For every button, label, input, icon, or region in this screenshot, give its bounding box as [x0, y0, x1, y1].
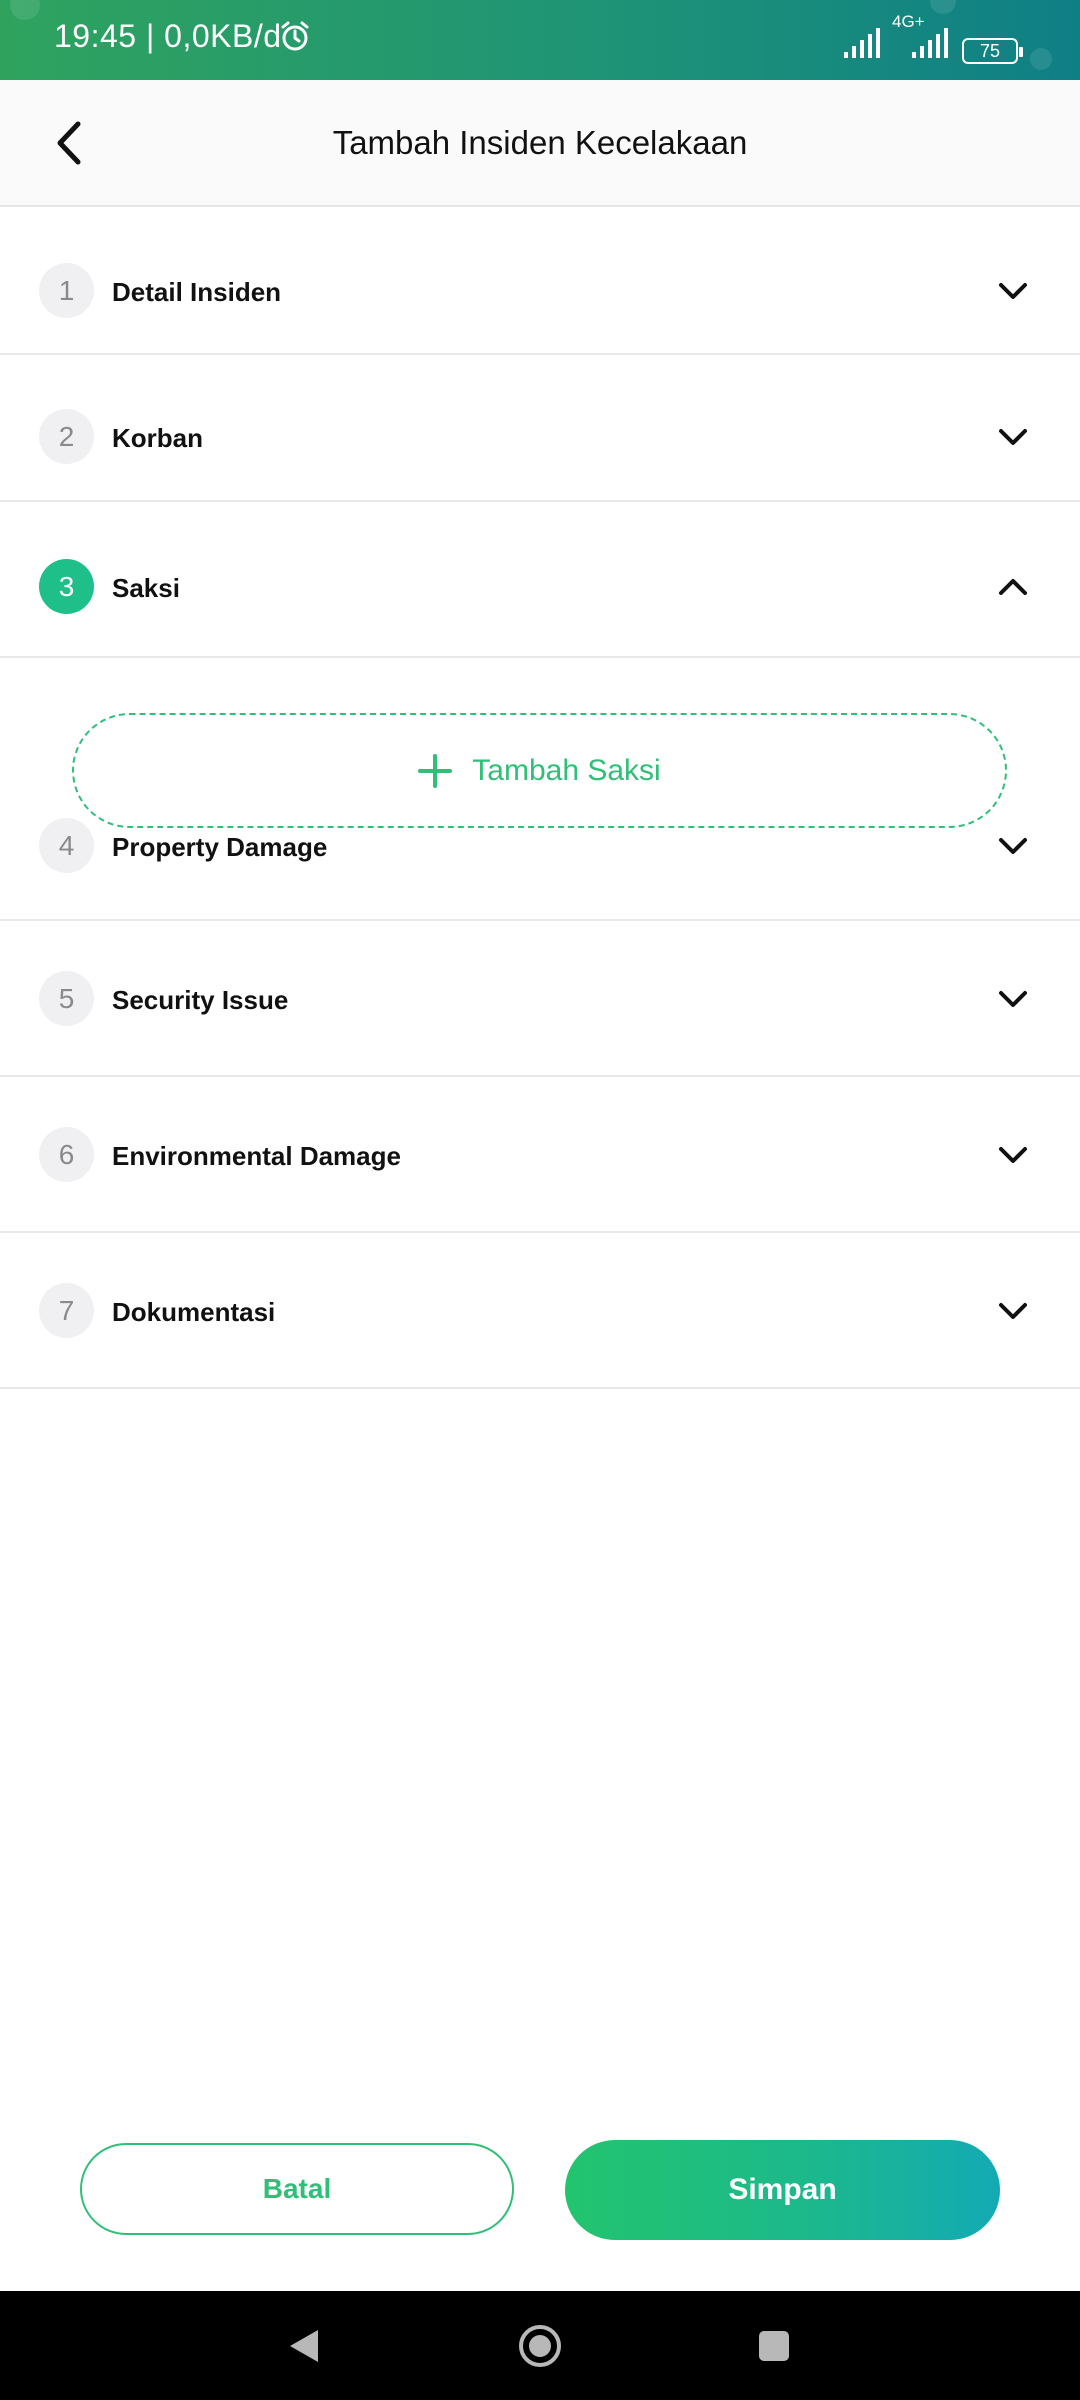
section-title: Saksi: [112, 573, 180, 603]
chevron-down-icon: [999, 1303, 1027, 1319]
step-number: 4: [39, 818, 94, 873]
battery-icon: 75: [962, 38, 1023, 64]
home-circle-icon: [519, 2325, 561, 2367]
cancel-button[interactable]: Batal: [80, 2143, 514, 2235]
status-time: 19:45 | 0,0KB/d: [54, 18, 282, 54]
chevron-up-icon: [999, 579, 1027, 595]
section-environmental-damage[interactable]: 6 Environmental Damage: [0, 1077, 1080, 1233]
add-witness-button[interactable]: Tambah Saksi: [72, 713, 1007, 828]
section-detail-insiden[interactable]: 1 Detail Insiden: [0, 209, 1080, 355]
section-title: Environmental Damage: [112, 1141, 401, 1171]
triangle-back-icon: [290, 2330, 318, 2362]
chevron-down-icon: [999, 991, 1027, 1007]
alarm-icon: [281, 21, 309, 51]
chevron-down-icon: [999, 283, 1027, 299]
status-bar: 19:45 | 0,0KB/d 4G+ 75: [0, 0, 1080, 80]
section-dokumentasi[interactable]: 7 Dokumentasi: [0, 1233, 1080, 1389]
section-title: Security Issue: [112, 985, 289, 1015]
nav-home-button[interactable]: [507, 2313, 573, 2379]
system-nav-bar: [0, 2291, 1080, 2400]
nav-back-button[interactable]: [271, 2313, 337, 2379]
section-security-issue[interactable]: 5 Security Issue: [0, 921, 1080, 1077]
chevron-down-icon: [999, 429, 1027, 445]
step-number: 5: [39, 971, 94, 1026]
step-number: 2: [39, 409, 94, 464]
step-number: 6: [39, 1127, 94, 1182]
section-title: Korban: [112, 423, 203, 453]
step-number-active: 3: [39, 559, 94, 614]
page-title: Tambah Insiden Kecelakaan: [332, 124, 748, 161]
save-button[interactable]: Simpan: [565, 2140, 1000, 2240]
signal-icon-2: [912, 28, 948, 58]
nav-recents-button[interactable]: [741, 2313, 807, 2379]
step-number: 1: [39, 263, 94, 318]
section-title: Property Damage: [112, 832, 328, 862]
signal-icon: [844, 28, 880, 58]
section-saksi[interactable]: 3 Saksi: [0, 502, 1080, 658]
plus-icon: [418, 753, 453, 788]
app-header: Tambah Insiden Kecelakaan: [0, 80, 1080, 207]
add-witness-label: Tambah Saksi: [472, 753, 661, 787]
square-recents-icon: [759, 2331, 789, 2361]
step-number: 7: [39, 1283, 94, 1338]
section-korban[interactable]: 2 Korban: [0, 355, 1080, 502]
section-title: Dokumentasi: [112, 1297, 276, 1327]
chevron-down-icon: [999, 838, 1027, 854]
chevron-down-icon: [999, 1147, 1027, 1163]
section-title: Detail Insiden: [112, 277, 282, 307]
